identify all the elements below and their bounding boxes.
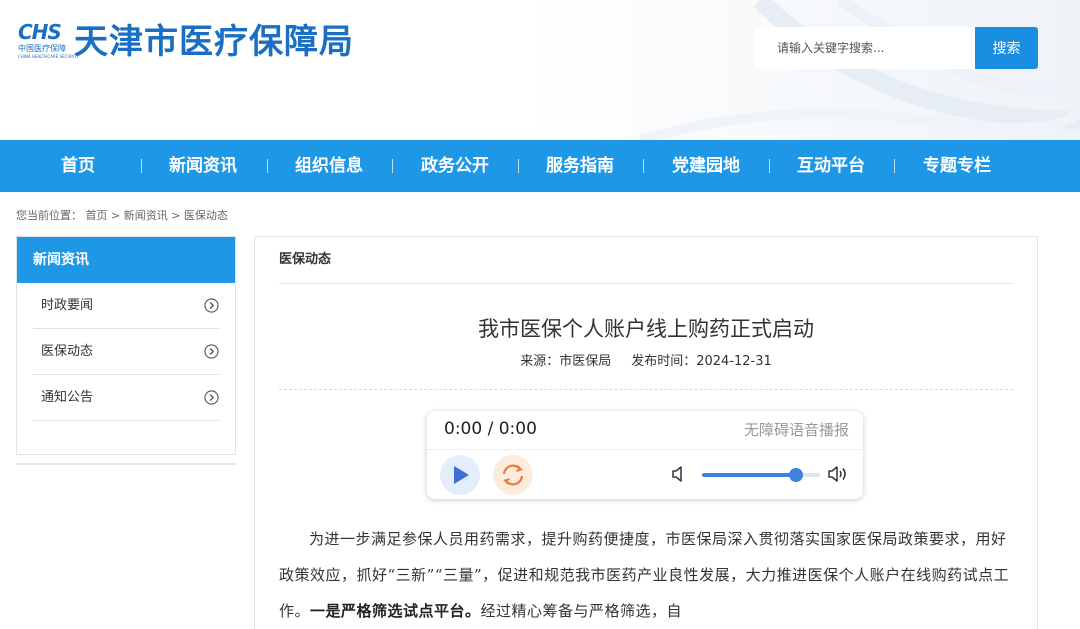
breadcrumb-prefix: 您当前位置： <box>16 209 82 222</box>
sidebar-item-medical-insurance-news[interactable]: 医保动态 <box>33 329 219 375</box>
loop-icon <box>502 464 524 486</box>
sidebar: 新闻资讯 时政要闻 医保动态 通知公告 <box>16 236 236 455</box>
sidebar-divider <box>16 463 236 465</box>
chevron-right-circle-icon <box>204 298 219 313</box>
sidebar-item-label: 时政要闻 <box>41 298 94 313</box>
loop-button[interactable] <box>493 455 533 495</box>
article-body: 为进一步满足参保人员用药需求，提升购药便捷度，市医保局深入贯彻落实国家医保局政策… <box>279 521 1013 629</box>
article-source: 来源：市医保局 <box>520 354 612 369</box>
article-date: 发布时间：2024-12-31 <box>631 354 772 369</box>
nav-item-party-building[interactable]: 党建园地 <box>663 140 749 192</box>
article-highlight: 一是严格筛选试点平台。 <box>310 602 481 620</box>
sidebar-item-label: 医保动态 <box>41 344 94 359</box>
volume-low-icon[interactable] <box>671 465 687 483</box>
logo-subtitle-en: CHINA HEALTHCARE SECURITY <box>18 54 80 59</box>
breadcrumb-path[interactable]: 首页 > 新闻资讯 > 医保动态 <box>86 209 228 222</box>
nav-item-interaction[interactable]: 互动平台 <box>788 140 874 192</box>
chs-logo-mark: CHS 中国医疗保障 CHINA HEALTHCARE SECURITY <box>18 20 80 64</box>
accessibility-audio-label: 无障碍语音播报 <box>743 421 849 439</box>
play-icon <box>454 466 469 484</box>
logo-subtitle: 中国医疗保障 <box>18 44 66 53</box>
article-title: 我市医保个人账户线上购药正式启动 <box>478 317 814 341</box>
nav-divider <box>267 159 268 173</box>
search-box: 搜索 <box>755 27 1038 69</box>
nav-divider <box>894 159 895 173</box>
sidebar-item-label: 通知公告 <box>41 390 94 405</box>
site-header: CHS 中国医疗保障 CHINA HEALTHCARE SECURITY 天津市… <box>0 0 1080 140</box>
nav-divider <box>141 159 142 173</box>
player-divider <box>427 449 863 450</box>
article-text-continued: 经过精心筹备与严格筛选，自 <box>480 602 683 620</box>
main-nav: 首页 新闻资讯 组织信息 政务公开 服务指南 党建园地 互动平台 专题专栏 <box>0 140 1080 192</box>
divider <box>279 389 1013 390</box>
breadcrumb: 您当前位置： 首页 > 新闻资讯 > 医保动态 <box>16 207 228 223</box>
nav-divider <box>518 159 519 173</box>
volume-slider[interactable] <box>702 468 820 482</box>
chevron-right-circle-icon <box>204 390 219 405</box>
article-panel: 医保动态 我市医保个人账户线上购药正式启动 来源：市医保局 发布时间：2024-1… <box>254 236 1038 629</box>
nav-item-home[interactable]: 首页 <box>38 140 118 192</box>
site-title: 天津市医疗保障局 <box>74 22 354 62</box>
sidebar-title: 新闻资讯 <box>17 237 235 283</box>
nav-item-organization[interactable]: 组织信息 <box>286 140 372 192</box>
site-logo[interactable]: CHS 中国医疗保障 CHINA HEALTHCARE SECURITY 天津市… <box>18 22 354 64</box>
nav-divider <box>769 159 770 173</box>
audio-player: 0:00 / 0:00 无障碍语音播报 <box>427 411 863 499</box>
chevron-right-circle-icon <box>204 344 219 359</box>
play-button[interactable] <box>440 455 480 495</box>
search-button[interactable]: 搜索 <box>975 27 1038 69</box>
nav-item-service-guide[interactable]: 服务指南 <box>537 140 623 192</box>
volume-slider-fill <box>702 473 796 477</box>
article-meta: 来源：市医保局 发布时间：2024-12-31 <box>255 350 1037 369</box>
volume-slider-handle[interactable] <box>789 468 803 482</box>
nav-item-news[interactable]: 新闻资讯 <box>160 140 246 192</box>
player-time: 0:00 / 0:00 <box>444 419 537 439</box>
search-input[interactable] <box>755 27 975 69</box>
nav-divider <box>643 159 644 173</box>
volume-high-icon[interactable] <box>827 465 849 483</box>
nav-item-special-topics[interactable]: 专题专栏 <box>914 140 1000 192</box>
header-background-pattern <box>520 0 1080 140</box>
section-title: 医保动态 <box>279 237 1013 284</box>
sidebar-item-notices[interactable]: 通知公告 <box>33 375 219 421</box>
logo-mark-text: CHS <box>18 20 62 44</box>
nav-item-government-affairs[interactable]: 政务公开 <box>412 140 498 192</box>
nav-divider <box>392 159 393 173</box>
sidebar-item-politics-news[interactable]: 时政要闻 <box>33 283 219 329</box>
